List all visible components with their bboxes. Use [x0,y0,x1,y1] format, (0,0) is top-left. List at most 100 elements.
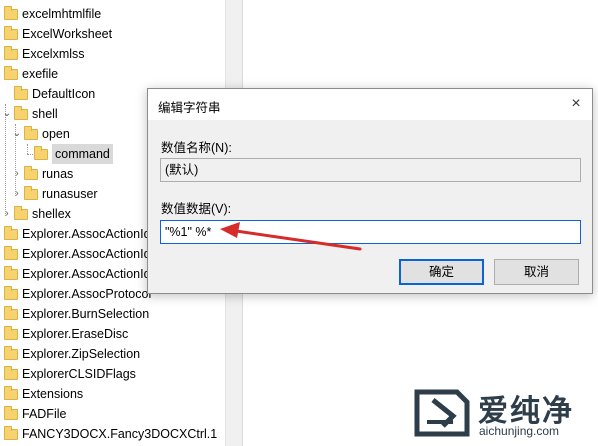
tree-item[interactable]: ExplorerCLSIDFlags [0,364,136,384]
folder-icon [24,165,38,180]
tree-item[interactable]: exefile [0,64,58,84]
cancel-button[interactable]: 取消 [494,259,579,285]
chevron-right-icon[interactable]: › [12,184,22,204]
edit-string-dialog: 编辑字符串 × 数值名称(N): (默认) 数值数据(V): "%1" %* 确… [147,88,593,294]
folder-icon [4,5,18,20]
value-name-label: 数值名称(N): [161,141,232,155]
tree-item-label: ExplorerCLSIDFlags [22,367,136,381]
tree-item-label: runas [42,167,74,181]
value-name-field: (默认) [160,158,581,182]
tree-item-label: Explorer.AssocActionId. [22,247,155,261]
tree-item-label: Explorer.EraseDisc [22,327,129,341]
tree-item-label: shell [32,107,58,121]
tree-item-label: ExcelWorksheet [22,27,113,41]
folder-icon [4,225,18,240]
tree-item-label: Explorer.ZipSelection [22,347,141,361]
folder-icon [4,325,18,340]
tree-item-label: open [42,127,70,141]
tree-item[interactable]: DefaultIcon [2,84,95,104]
tree-item[interactable]: Explorer.AssocActionId. [0,244,154,264]
chevron-down-icon[interactable]: ⌄ [12,124,22,144]
folder-icon [14,105,28,120]
brand-url: aichunjing.com [479,424,560,438]
tree-item[interactable]: Excelxmlss [0,44,85,64]
folder-icon [24,125,38,140]
tree-item[interactable]: FANCY3DOCX.Fancy3DOCXCtrl.1 [0,424,217,444]
tree-item[interactable]: Explorer.EraseDisc [0,324,128,344]
folder-icon [4,365,18,380]
folder-icon [4,45,18,60]
folder-icon [4,385,18,400]
tree-item[interactable]: ⌄ shell [2,104,58,124]
folder-icon [14,205,28,220]
tree-item[interactable]: command [22,144,113,164]
tree-item[interactable]: Explorer.AssocProtocol [0,284,151,304]
folder-icon [4,345,18,360]
tree-item-label: DefaultIcon [32,87,96,101]
tree-item-label: runasuser [42,187,98,201]
chevron-right-icon[interactable]: › [12,164,22,184]
tree-item[interactable]: › shellex [2,204,71,224]
folder-icon [14,85,28,100]
tree-item[interactable]: › runasuser [12,184,98,204]
folder-icon [34,145,48,160]
tree-item-label: Extensions [22,387,84,401]
value-data-input[interactable]: "%1" %* [160,220,581,244]
folder-icon [4,405,18,420]
tree-item[interactable]: Explorer.AssocActionId. [0,224,154,244]
tree-item[interactable]: ⌄ open [12,124,70,144]
brand-logo-icon [414,389,470,437]
folder-icon [4,425,18,440]
ok-button[interactable]: 确定 [399,259,484,285]
tree-item[interactable]: excelmhtmlfile [0,4,101,24]
folder-icon [4,245,18,260]
folder-icon [4,305,18,320]
tree-item-label: Explorer.AssocProtocol [22,287,152,301]
tree-item[interactable]: FADFile [0,404,66,424]
folder-icon [24,185,38,200]
folder-icon [4,25,18,40]
tree-item[interactable]: › runas [12,164,73,184]
tree-item[interactable]: Explorer.ZipSelection [0,344,140,364]
tree-item-label: command [52,144,113,164]
tree-item[interactable]: Explorer.AssocActionId. [0,264,154,284]
tree-item[interactable]: ExcelWorksheet [0,24,112,44]
tree-item-label: FANCY3DOCX.Fancy3DOCXCtrl.1 [22,427,218,441]
dialog-titlebar: 编辑字符串 × [148,89,592,120]
tree-item-label: shellex [32,207,71,221]
chevron-right-icon[interactable]: › [2,204,12,224]
tree-item-label: Explorer.AssocActionId. [22,267,155,281]
folder-icon [4,265,18,280]
folder-icon [4,285,18,300]
tree-item-label: Explorer.BurnSelection [22,307,150,321]
tree-item-label: Excelxmlss [22,47,85,61]
tree-item[interactable]: Explorer.BurnSelection [0,304,149,324]
tree-item-label: Explorer.AssocActionId. [22,227,155,241]
tree-item-label: exefile [22,67,59,81]
tree-item[interactable]: Extensions [0,384,83,404]
tree-item-label: FADFile [22,407,67,421]
tree-item-label: excelmhtmlfile [22,7,102,21]
close-icon[interactable]: × [568,96,584,112]
value-data-label: 数值数据(V): [161,202,232,216]
folder-icon [4,65,18,80]
chevron-down-icon[interactable]: ⌄ [2,104,12,124]
dialog-title: 编辑字符串 [158,101,221,115]
